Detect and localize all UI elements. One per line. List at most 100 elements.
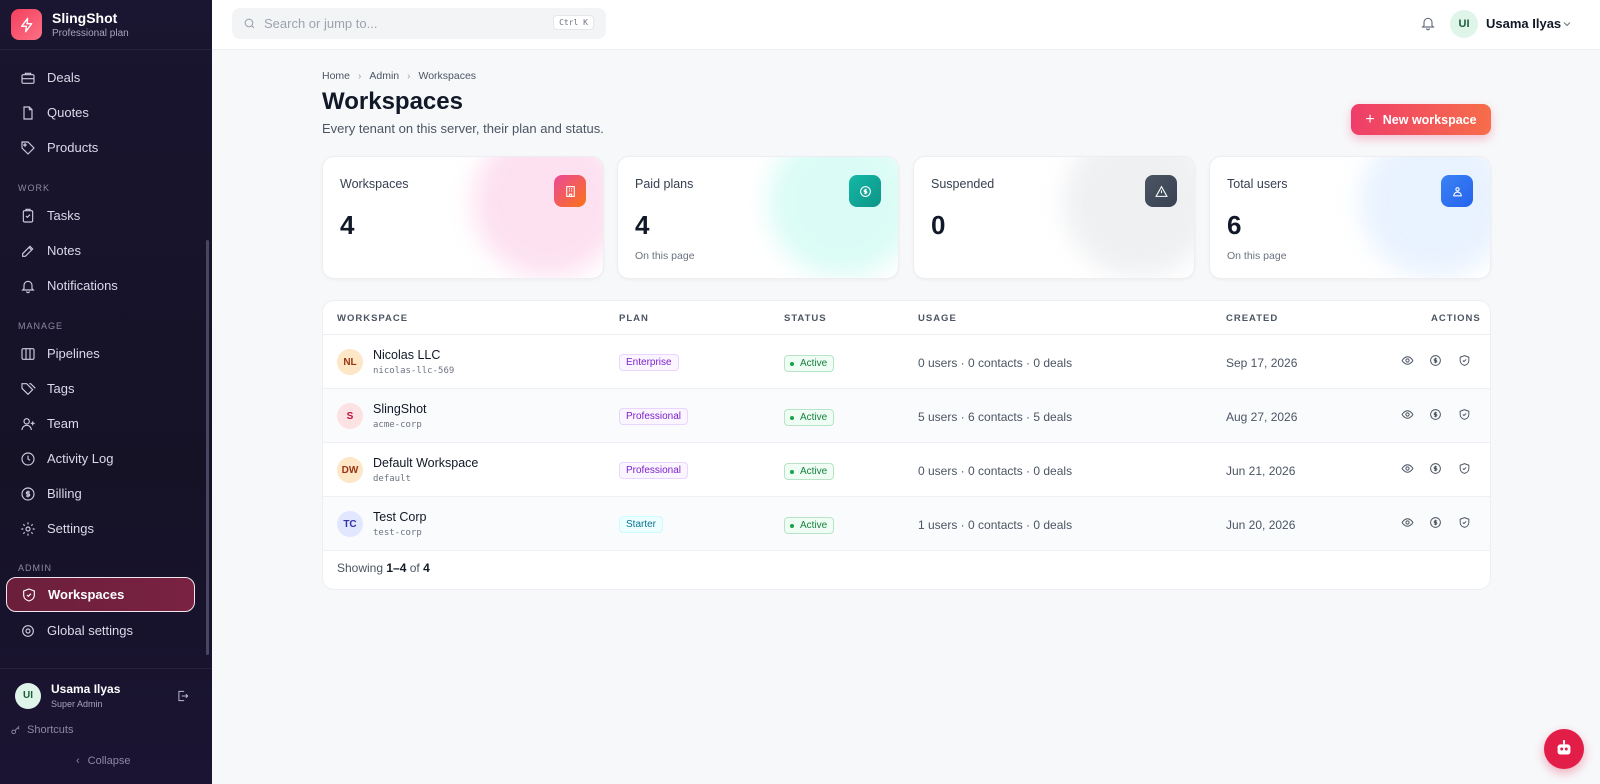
shield-check-icon[interactable] bbox=[1458, 462, 1472, 476]
sidebar-item-notifications[interactable]: Notifications bbox=[6, 268, 195, 303]
workspace-name[interactable]: Nicolas LLC bbox=[373, 348, 440, 362]
sidebar-item-notes[interactable]: Notes bbox=[6, 233, 195, 268]
sidebar-item-deals[interactable]: Deals bbox=[6, 60, 195, 95]
sidebar-item-label: Tasks bbox=[47, 208, 81, 223]
card-glow bbox=[1360, 157, 1490, 277]
breadcrumb-admin[interactable]: Admin bbox=[369, 70, 399, 82]
search-icon bbox=[244, 18, 255, 29]
status-badge: Active bbox=[784, 463, 835, 480]
card-glow bbox=[1064, 157, 1194, 277]
avatar[interactable]: UI bbox=[1450, 10, 1478, 38]
created-date: Aug 27, 2026 bbox=[1226, 410, 1298, 424]
chevron-left-icon: ‹ bbox=[76, 755, 80, 767]
sidebar-item-label: Pipelines bbox=[47, 346, 100, 361]
workspace-name[interactable]: Test Corp bbox=[373, 510, 427, 524]
table-row[interactable]: TC Test Corp test-corp Starter Active 1 … bbox=[323, 497, 1490, 551]
chevron-right-icon: › bbox=[407, 70, 411, 82]
showing-total: 4 bbox=[423, 561, 430, 575]
column-header: USAGE bbox=[918, 313, 957, 324]
eye-icon[interactable] bbox=[1401, 354, 1415, 368]
dollar-icon[interactable] bbox=[1429, 408, 1443, 422]
shortcuts-link[interactable]: Shortcuts bbox=[10, 724, 73, 736]
usage-text: 0 users · 0 contacts · 0 deals bbox=[918, 356, 1073, 370]
collapse-label: Collapse bbox=[87, 755, 131, 767]
sidebar-item-pipelines[interactable]: Pipelines bbox=[6, 336, 195, 371]
eye-icon[interactable] bbox=[1401, 462, 1415, 476]
plus-icon: + bbox=[1365, 110, 1375, 128]
dollar-icon[interactable] bbox=[1429, 354, 1443, 368]
new-workspace-button[interactable]: + New workspace bbox=[1351, 104, 1491, 135]
breadcrumb-home[interactable]: Home bbox=[322, 70, 350, 82]
stat-value: 4 bbox=[635, 210, 650, 240]
sidebar-scrollbar[interactable] bbox=[206, 240, 209, 655]
shield-check-icon[interactable] bbox=[1458, 516, 1472, 530]
search-input[interactable]: Search or jump to... Ctrl K bbox=[232, 8, 606, 39]
briefcase-icon bbox=[19, 69, 37, 87]
sidebar-item-label: Activity Log bbox=[47, 451, 114, 466]
chevron-right-icon: › bbox=[358, 70, 362, 82]
table-row[interactable]: S SlingShot acme-corp Professional Activ… bbox=[323, 389, 1490, 443]
sidebar-user[interactable]: UI Usama Ilyas Super Admin bbox=[0, 668, 212, 722]
sidebar-item-tags[interactable]: Tags bbox=[6, 371, 195, 406]
breadcrumb-current: Workspaces bbox=[418, 70, 477, 82]
status-badge: Active bbox=[784, 355, 835, 372]
sidebar-item-global-settings[interactable]: Global settings bbox=[6, 613, 195, 648]
eye-icon[interactable] bbox=[1401, 408, 1415, 422]
sidebar-item-billing[interactable]: Billing bbox=[6, 476, 195, 511]
page-subtitle: Every tenant on this server, their plan … bbox=[322, 121, 604, 136]
card-glow bbox=[768, 157, 898, 277]
table-footer: Showing 1–4 of 4 bbox=[337, 561, 430, 575]
stat-card-paid-plans: Paid plans 4 On this page bbox=[617, 156, 899, 279]
search-shortcut: Ctrl K bbox=[553, 15, 594, 30]
eye-icon[interactable] bbox=[1401, 516, 1415, 530]
column-header: ACTIONS bbox=[1431, 313, 1481, 324]
sidebar-item-settings[interactable]: Settings bbox=[6, 511, 195, 546]
nav-section-work: WORK bbox=[18, 183, 50, 193]
workspace-name[interactable]: SlingShot bbox=[373, 402, 427, 416]
lightning-logo-icon bbox=[11, 9, 42, 40]
bell-icon[interactable] bbox=[1420, 15, 1436, 36]
column-header: WORKSPACE bbox=[337, 313, 409, 324]
sidebar-item-tasks[interactable]: Tasks bbox=[6, 198, 195, 233]
sidebar-item-products[interactable]: Products bbox=[6, 130, 195, 165]
stat-label: Suspended bbox=[931, 177, 995, 191]
dollar-icon[interactable] bbox=[1429, 462, 1443, 476]
showing-range: 1–4 bbox=[386, 561, 407, 575]
logout-icon[interactable] bbox=[176, 689, 190, 703]
workspace-name[interactable]: Default Workspace bbox=[373, 456, 478, 470]
clock-icon bbox=[19, 450, 37, 468]
column-header: CREATED bbox=[1226, 313, 1279, 324]
page-title: Workspaces bbox=[322, 88, 463, 115]
shortcuts-label: Shortcuts bbox=[27, 724, 74, 736]
dollar-icon[interactable] bbox=[1429, 516, 1443, 530]
sidebar-item-label: Team bbox=[47, 416, 79, 431]
plan-badge: Starter bbox=[619, 516, 664, 533]
stat-foot: On this page bbox=[635, 250, 695, 262]
sidebar-item-activity-log[interactable]: Activity Log bbox=[6, 441, 195, 476]
collapse-button[interactable]: ‹ Collapse bbox=[76, 755, 130, 767]
card-glow bbox=[473, 157, 603, 277]
created-date: Sep 17, 2026 bbox=[1226, 356, 1298, 370]
sidebar-item-team[interactable]: Team bbox=[6, 406, 195, 441]
table-row[interactable]: DW Default Workspace default Professiona… bbox=[323, 443, 1490, 497]
gear-icon bbox=[19, 622, 37, 640]
showing-prefix: Showing bbox=[337, 561, 384, 575]
shield-check-icon[interactable] bbox=[1458, 408, 1472, 422]
status-dot bbox=[790, 469, 794, 474]
chevron-down-icon[interactable] bbox=[1561, 17, 1573, 35]
shield-check-icon[interactable] bbox=[1458, 354, 1472, 368]
table-row[interactable]: NL Nicolas LLC nicolas-llc-569 Enterpris… bbox=[323, 335, 1490, 389]
warning-icon bbox=[1145, 175, 1177, 207]
sidebar-item-workspaces[interactable]: Workspaces bbox=[6, 577, 195, 612]
avatar: DW bbox=[337, 457, 363, 483]
brand[interactable]: SlingShot Professional plan bbox=[0, 0, 212, 50]
sidebar-item-label: Global settings bbox=[47, 623, 133, 638]
assistant-bot-button[interactable] bbox=[1544, 729, 1584, 769]
top-user-name[interactable]: Usama Ilyas bbox=[1486, 16, 1561, 31]
sidebar-item-quotes[interactable]: Quotes bbox=[6, 95, 195, 130]
nav-section-manage: MANAGE bbox=[18, 321, 64, 331]
sidebar-item-label: Quotes bbox=[47, 105, 89, 120]
created-date: Jun 20, 2026 bbox=[1226, 518, 1296, 532]
usage-text: 5 users · 6 contacts · 5 deals bbox=[918, 410, 1073, 424]
plan-badge: Professional bbox=[619, 462, 689, 479]
